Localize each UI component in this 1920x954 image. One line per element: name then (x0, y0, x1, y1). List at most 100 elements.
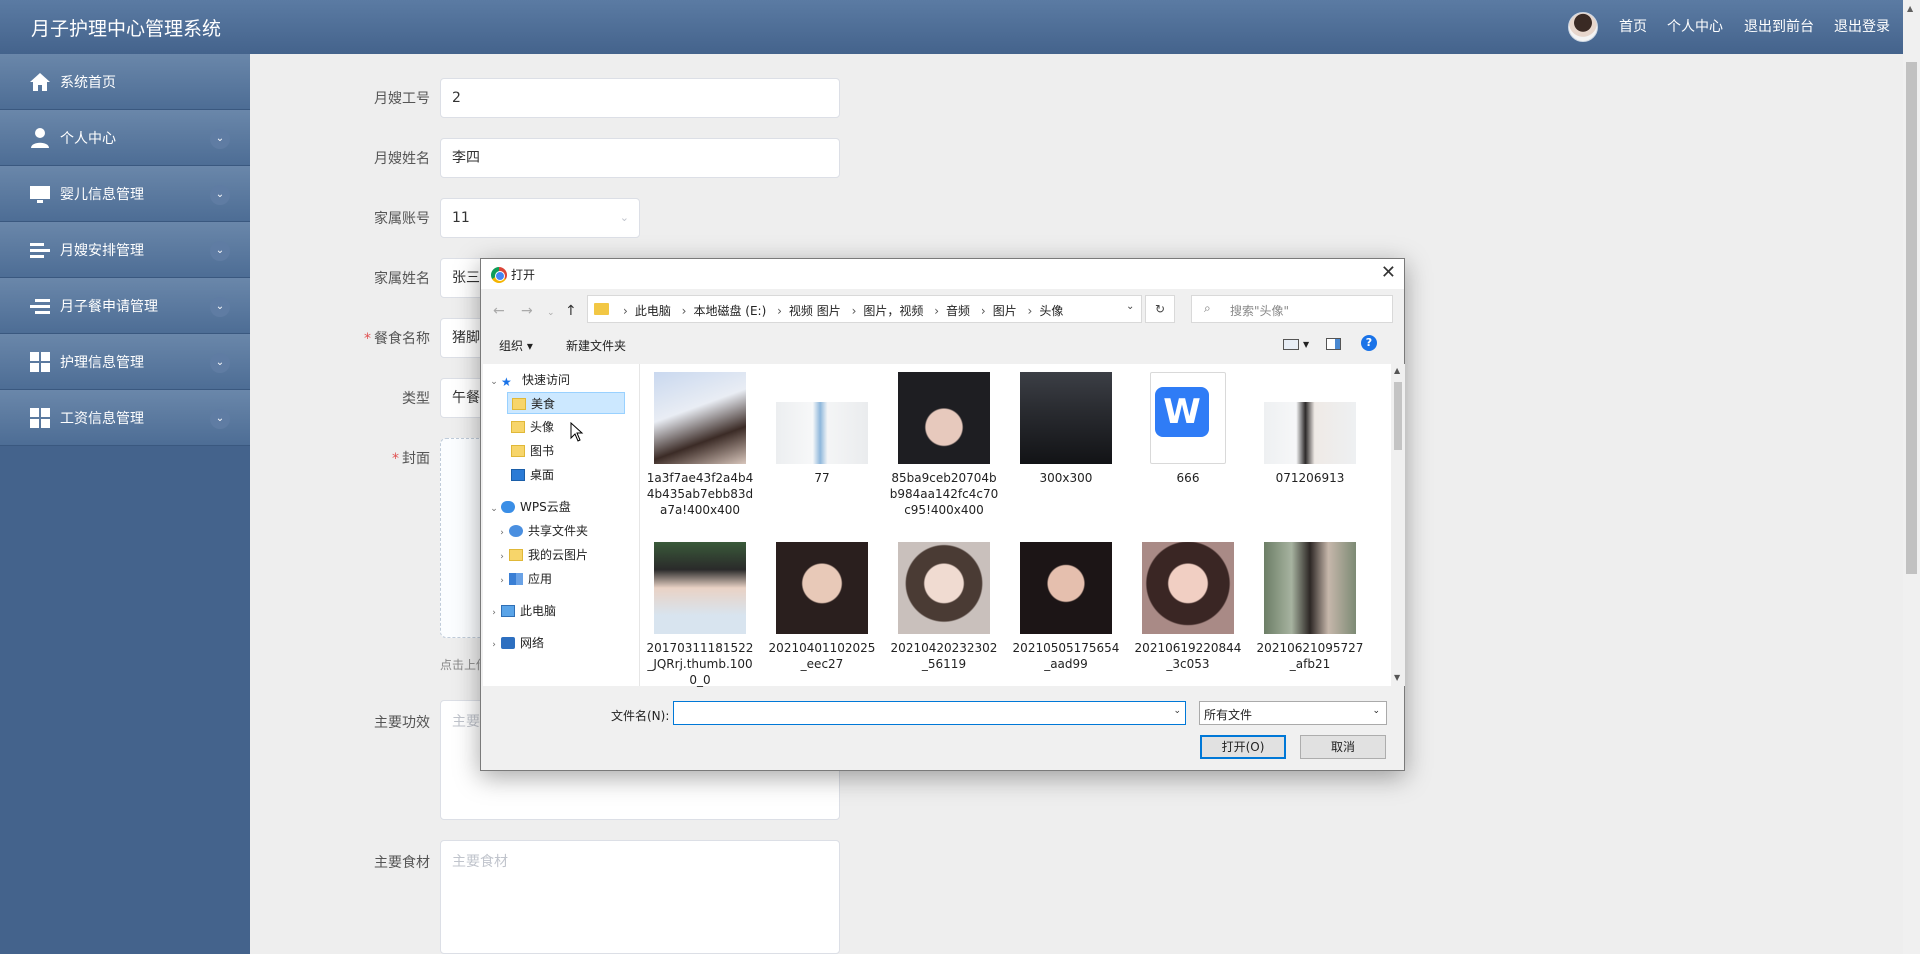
file-name: 20210619220844_3c053 (1134, 641, 1242, 671)
new-folder-button[interactable]: 新建文件夹 (566, 337, 626, 354)
nav-home-link[interactable]: 首页 (1619, 16, 1647, 36)
tree-item-books[interactable]: 图书 (511, 440, 554, 462)
type-label: 类型 (402, 391, 430, 407)
breadcrumb-item[interactable]: 此电脑 (635, 304, 671, 318)
refresh-icon[interactable]: ↻ (1145, 295, 1175, 323)
file-list-scrollbar[interactable]: ▲ ▼ (1391, 364, 1405, 686)
close-icon[interactable]: ✕ (1381, 262, 1396, 283)
address-bar[interactable]: › 此电脑 › 本地磁盘 (E:) › 视频 图片 › 图片，视频 › 音频 › 图片 › 头… (587, 295, 1142, 323)
file-item[interactable]: 85ba9ceb20704bb984aa142fc4c70c95!400x400 (888, 372, 1000, 518)
file-item[interactable]: 20210420232302_56119 (888, 542, 1000, 672)
sidebar-item-personal[interactable]: 个人中心 ⌄ (0, 110, 250, 166)
file-name: 20170311181522_JQRrj.thumb.1000_0 (646, 641, 754, 687)
tree-label: 网络 (520, 636, 545, 650)
search-input[interactable]: ⌕ 搜索"头像" (1191, 295, 1393, 323)
scroll-up-icon[interactable]: ▲ (1907, 4, 1913, 13)
ingredients-textarea[interactable]: 主要食材 (440, 840, 840, 954)
tree-item-wps[interactable]: ⌄ WPS云盘 (487, 496, 571, 518)
avatar[interactable] (1568, 12, 1598, 42)
image-thumbnail (654, 372, 746, 464)
chevron-right-icon: › (492, 608, 496, 618)
breadcrumb-item[interactable]: 本地磁盘 (E:) (693, 304, 766, 318)
breadcrumb-item[interactable]: 头像 (1039, 304, 1063, 318)
tree-item-food[interactable]: 美食 (507, 392, 625, 414)
file-name: 20210621095727_afb21 (1256, 641, 1364, 671)
scroll-up-icon[interactable]: ▲ (1394, 366, 1400, 375)
breadcrumb-item[interactable]: 音频 (946, 304, 970, 318)
nanny-no-field[interactable]: 2 (440, 78, 840, 118)
file-item[interactable]: 20210619220844_3c053 (1132, 542, 1244, 672)
chevron-down-icon: ⌄ (210, 409, 230, 429)
tree-item-this-pc[interactable]: › 此电脑 (487, 600, 556, 622)
nav-personal-center-link[interactable]: 个人中心 (1667, 16, 1723, 36)
breadcrumb-item[interactable]: 图片，视频 (863, 304, 923, 318)
file-item[interactable]: 300x300 (1010, 372, 1122, 486)
sidebar-item-nanny[interactable]: 月嫂安排管理 ⌄ (0, 222, 250, 278)
app-title: 月子护理中心管理系统 (31, 18, 222, 40)
breadcrumb-item[interactable]: 图片 (993, 304, 1017, 318)
file-item[interactable]: 77 (766, 372, 878, 486)
back-arrow-icon[interactable]: ← (493, 303, 505, 319)
family-name-label: 家属姓名 (374, 271, 430, 287)
up-arrow-icon[interactable]: ↑ (565, 303, 577, 319)
tree-item-apps[interactable]: › 应用 (495, 568, 552, 590)
file-item[interactable]: 20170311181522_JQRrj.thumb.1000_0 (644, 542, 756, 688)
sidebar-item-meal[interactable]: 月子餐申请管理 ⌄ (0, 278, 250, 334)
nanny-name-field[interactable]: 李四 (440, 138, 840, 178)
filename-label: 文件名(N): (611, 709, 670, 723)
breadcrumb-item[interactable]: 视频 图片 (789, 304, 841, 318)
network-icon (501, 637, 515, 649)
folder-icon (594, 303, 609, 315)
cancel-button[interactable]: 取消 (1300, 735, 1386, 759)
sidebar-item-baby[interactable]: 婴儿信息管理 ⌄ (0, 166, 250, 222)
chevron-down-icon[interactable]: ⌄ (1173, 706, 1181, 716)
sidebar-item-label: 月嫂安排管理 (60, 243, 144, 259)
tree-item-quick-access[interactable]: ⌄ ★ 快速访问 (487, 369, 570, 391)
chrome-icon (491, 267, 507, 283)
chevron-down-icon: ⌄ (490, 504, 498, 514)
open-button[interactable]: 打开(O) (1200, 735, 1286, 759)
help-icon[interactable]: ? (1361, 335, 1377, 351)
scroll-down-icon[interactable]: ▼ (1394, 673, 1400, 682)
recent-chevron-icon[interactable]: ⌄ (547, 308, 555, 318)
file-item[interactable]: 071206913 (1254, 372, 1366, 486)
pin-icon: ★ (501, 375, 512, 389)
tree-item-desktop[interactable]: 桌面 (511, 464, 554, 486)
file-item[interactable]: 20210505175654_aad99 (1010, 542, 1122, 672)
file-item[interactable]: W 666 (1132, 372, 1244, 486)
image-thumbnail (1264, 402, 1356, 464)
image-thumbnail (776, 542, 868, 634)
file-item[interactable]: 20210621095727_afb21 (1254, 542, 1366, 672)
chevron-right-icon: › (500, 528, 504, 538)
filename-input[interactable]: ⌄ (673, 701, 1186, 725)
nav-front-link[interactable]: 退出到前台 (1744, 16, 1814, 36)
file-type-select[interactable]: 所有文件 ⌄ (1199, 701, 1387, 725)
page-scroll-thumb[interactable] (1906, 62, 1917, 574)
sidebar-item-label: 个人中心 (60, 131, 116, 147)
view-mode-icon[interactable] (1283, 339, 1299, 350)
page-scrollbar[interactable]: ▲ (1903, 0, 1920, 954)
file-item[interactable]: 1a3f7ae43f2a4b44b435ab7ebb83da7a!400x400 (644, 372, 756, 518)
preview-pane-icon[interactable] (1326, 338, 1341, 350)
tree-item-avatar[interactable]: 头像 (511, 416, 554, 438)
tree-item-shared[interactable]: › 共享文件夹 (495, 520, 588, 542)
image-thumbnail (898, 542, 990, 634)
forward-arrow-icon[interactable]: → (521, 303, 533, 319)
sidebar-item-salary[interactable]: 工资信息管理 ⌄ (0, 390, 250, 446)
tree-item-cloud-pics[interactable]: › 我的云图片 (495, 544, 588, 566)
family-account-select[interactable]: 11 ⌄ (440, 198, 640, 238)
organize-button[interactable]: 组织 ▾ (499, 337, 533, 354)
sidebar-item-care[interactable]: 护理信息管理 ⌄ (0, 334, 250, 390)
chevron-down-icon[interactable]: ⌄ (1126, 301, 1134, 312)
file-list-scroll-thumb[interactable] (1394, 382, 1402, 450)
tree-item-network[interactable]: › 网络 (487, 632, 544, 654)
file-item[interactable]: 20210401102025_eec27 (766, 542, 878, 672)
desktop-icon (511, 469, 525, 481)
nav-logout-link[interactable]: 退出登录 (1834, 16, 1890, 36)
chevron-down-icon: ⌄ (210, 129, 230, 149)
chevron-down-icon[interactable]: ▼ (1303, 340, 1309, 349)
chevron-down-icon: ⌄ (210, 241, 230, 261)
monitor-icon (30, 186, 50, 203)
sidebar-item-home[interactable]: 系统首页 (0, 54, 250, 110)
sidebar-item-label: 婴儿信息管理 (60, 187, 144, 203)
